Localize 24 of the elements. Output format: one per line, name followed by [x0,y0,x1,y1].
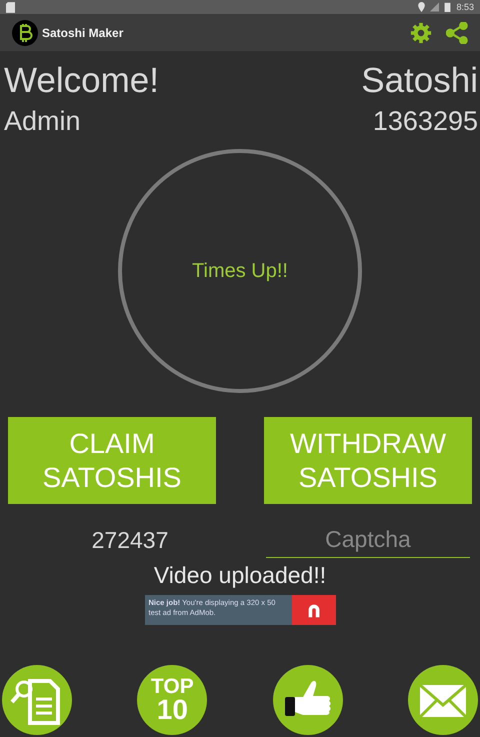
timer-text: Times Up!! [192,260,288,282]
app-title: Satoshi Maker [42,26,124,40]
thumbs-up-icon[interactable] [272,665,343,735]
admob-logo-icon [292,595,336,625]
share-icon[interactable] [446,22,468,44]
document-search-icon[interactable] [2,665,72,735]
mail-icon[interactable] [408,665,478,735]
battery-icon [443,2,452,12]
satoshi-label: Satoshi [361,60,478,102]
status-message: Video uploaded!! [152,562,328,589]
claim-button[interactable]: CLAIM SATOSHIS [8,417,216,504]
signal-icon [430,2,440,12]
top-ten-button[interactable]: TOP 10 [137,665,208,735]
settings-icon[interactable] [410,22,432,44]
welcome-text: Welcome! [4,60,159,102]
location-icon [417,2,426,12]
sd-card-icon [6,2,15,12]
clock-time: 8:53 [456,2,474,12]
withdraw-button[interactable]: WITHDRAW SATOSHIS [264,417,472,504]
captcha-field[interactable]: Captcha [266,522,470,558]
captcha-code: 272437 [90,526,170,554]
bitcoin-logo-icon [12,20,38,46]
satoshi-balance: 1363295 [372,105,478,138]
username-text: Admin [4,105,82,138]
